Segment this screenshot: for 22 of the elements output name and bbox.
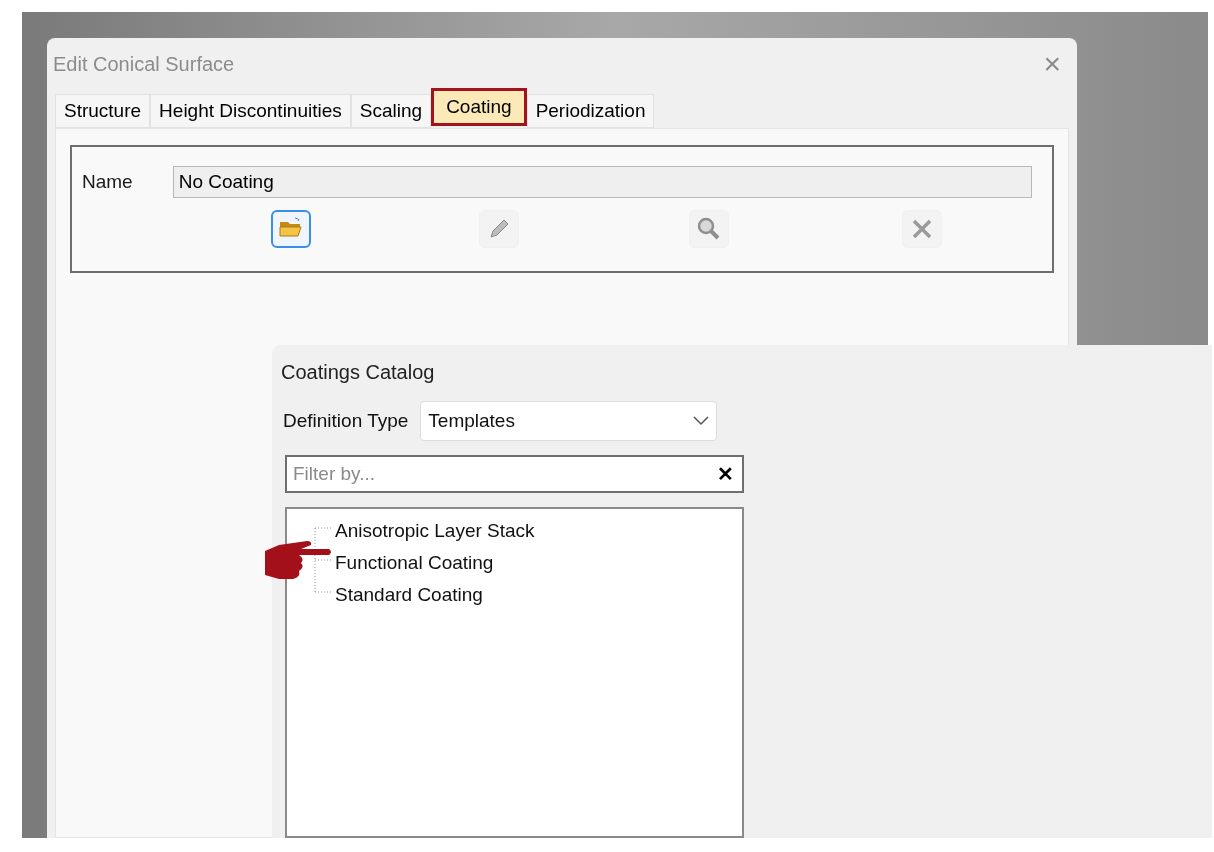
chevron-down-icon [693, 416, 710, 426]
tab[interactable]: Coating [431, 88, 527, 126]
cross-button[interactable] [902, 210, 942, 248]
tree-item[interactable]: Anisotropic Layer Stack [335, 516, 535, 546]
definition-type-dropdown[interactable]: Templates [420, 401, 718, 441]
field-label: Name [82, 169, 133, 194]
tab[interactable]: Scaling [350, 94, 432, 128]
folder-button[interactable] [271, 210, 311, 248]
tab[interactable]: Height Discontinuities [150, 94, 351, 128]
magnifier-button[interactable] [689, 210, 729, 248]
clear-button[interactable]: ✕ [717, 464, 734, 484]
tree-item[interactable]: Standard Coating [335, 580, 483, 610]
tree-lines [314, 527, 332, 593]
name-field[interactable]: No Coating [172, 166, 1032, 198]
tab[interactable]: Structure [55, 94, 151, 128]
pencil-button[interactable] [479, 210, 519, 248]
window-title: Coatings Catalog [280, 360, 436, 385]
tab[interactable]: Periodization [526, 94, 655, 128]
filter-field[interactable]: Filter by... ✕ [285, 455, 744, 493]
tree-item[interactable]: Functional Coating [335, 548, 494, 578]
window-title: Edit Conical Surface [53, 52, 235, 77]
field-label: Definition Type [283, 408, 409, 433]
